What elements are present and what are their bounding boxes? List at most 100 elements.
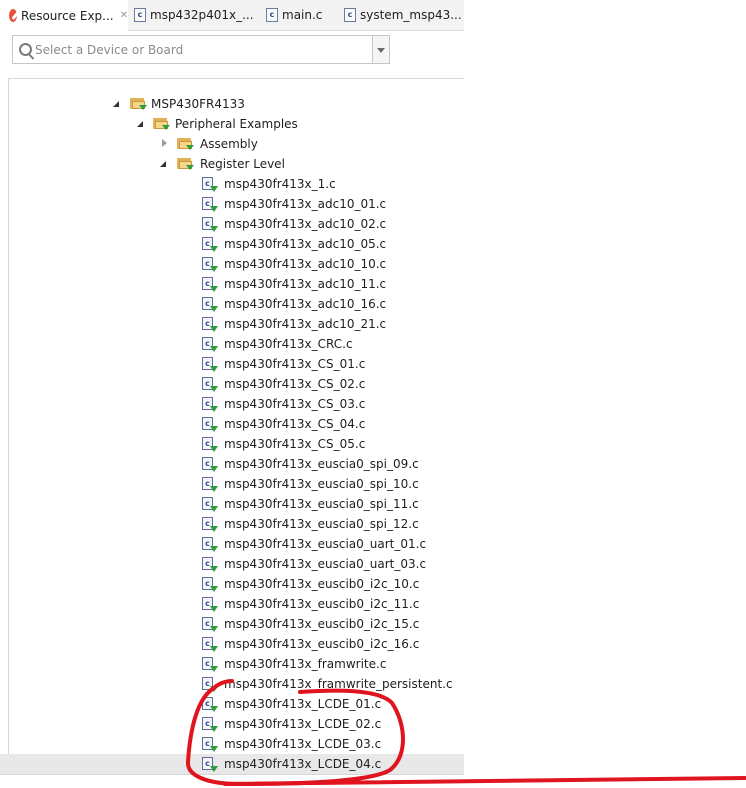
tree-file-label: msp430fr413x_LCDE_01.c [224,697,382,711]
tab-resource-explorer[interactable]: Resource Exp... ✕ [0,0,128,31]
tree-file-label: msp430fr413x_euscia0_uart_01.c [224,537,427,551]
c-file-download-icon: c [202,657,218,672]
c-file-download-icon: c [202,757,218,772]
c-file-download-icon: c [202,717,218,732]
tree-file-item[interactable]: c msp430fr413x_adc10_05.c [0,234,464,254]
divider [8,78,464,79]
tree-file-label: msp430fr413x_adc10_01.c [224,197,387,211]
tree-file-label: msp430fr413x_CS_04.c [224,417,366,431]
tree-file-item[interactable]: c msp430fr413x_euscib0_i2c_11.c [0,594,464,614]
tree-file-item[interactable]: c msp430fr413x_adc10_10.c [0,254,464,274]
tree-node-label: Register Level [200,157,285,171]
tree-file-item[interactable]: c msp430fr413x_euscib0_i2c_10.c [0,574,464,594]
c-file-download-icon: c [202,697,218,712]
c-file-icon: c [344,8,356,22]
c-file-download-icon: c [202,677,218,692]
c-file-download-icon: c [202,217,218,232]
c-file-download-icon: c [202,197,218,212]
folder-download-icon [177,157,194,170]
c-file-download-icon: c [202,577,218,592]
tree-node-label: Assembly [200,137,258,151]
tree-file-item[interactable]: c msp430fr413x_LCDE_03.c [0,734,464,754]
tree-node-register-level[interactable]: Register Level [0,154,464,174]
c-file-download-icon: c [202,597,218,612]
tree-file-item[interactable]: c msp430fr413x_euscib0_i2c_16.c [0,634,464,654]
tree-file-label: msp430fr413x_CS_01.c [224,357,366,371]
tree-file-label: msp430fr413x_LCDE_04.c [224,757,382,771]
tree-file-item[interactable]: c msp430fr413x_CS_03.c [0,394,464,414]
tree-file-item[interactable]: c msp430fr413x_adc10_21.c [0,314,464,334]
tree-file-item[interactable]: c msp430fr413x_LCDE_04.c [0,754,464,774]
tree-file-item[interactable]: c msp430fr413x_adc10_02.c [0,214,464,234]
tree-file-label: msp430fr413x_framwrite.c [224,657,387,671]
tab-label: system_msp43... [360,8,462,22]
tree-file-item[interactable]: c msp430fr413x_CS_01.c [0,354,464,374]
search-icon [19,43,32,56]
c-file-download-icon: c [202,257,218,272]
tree-file-item[interactable]: c msp430fr413x_adc10_11.c [0,274,464,294]
c-file-download-icon: c [202,517,218,532]
tree-node-label: MSP430FR4133 [151,97,245,111]
tree-file-item[interactable]: c msp430fr413x_framwrite_persistent.c [0,674,464,694]
tree-file-item[interactable]: c msp430fr413x_euscia0_uart_03.c [0,554,464,574]
c-file-download-icon: c [202,337,218,352]
tree-node-device[interactable]: MSP430FR4133 [0,94,464,114]
tab-msp432p401x[interactable]: c msp432p401x_... [134,0,254,30]
folder-download-icon [153,117,170,130]
device-selector[interactable]: Select a Device or Board [12,35,390,64]
tree-file-item[interactable]: c msp430fr413x_euscia0_spi_12.c [0,514,464,534]
tree-file-item[interactable]: c msp430fr413x_1.c [0,174,464,194]
tree-file-label: msp430fr413x_euscia0_spi_12.c [224,517,419,531]
tree-file-label: msp430fr413x_euscib0_i2c_11.c [224,597,420,611]
c-file-download-icon: c [202,397,218,412]
tree-file-item[interactable]: c msp430fr413x_euscia0_uart_01.c [0,534,464,554]
tree-file-item[interactable]: c msp430fr413x_adc10_01.c [0,194,464,214]
tree-file-item[interactable]: c msp430fr413x_framwrite.c [0,654,464,674]
tree-file-item[interactable]: c msp430fr413x_euscia0_spi_11.c [0,494,464,514]
tab-main-c[interactable]: c main.c [266,0,322,30]
tree-file-item[interactable]: c msp430fr413x_LCDE_01.c [0,694,464,714]
annotation-underline [223,776,746,786]
tree-file-item[interactable]: c msp430fr413x_LCDE_02.c [0,714,464,734]
tree-node-assembly[interactable]: Assembly [0,134,464,154]
folder-download-icon [130,97,147,110]
c-file-download-icon: c [202,497,218,512]
expand-icon[interactable] [162,139,167,147]
c-file-download-icon: c [202,417,218,432]
tree-file-label: msp430fr413x_CRC.c [224,337,353,351]
close-icon[interactable]: ✕ [120,10,128,21]
c-file-download-icon: c [202,637,218,652]
tree-file-item[interactable]: c msp430fr413x_CRC.c [0,334,464,354]
compass-icon [9,9,18,22]
tree-file-label: msp430fr413x_adc10_10.c [224,257,387,271]
tree-file-label: msp430fr413x_euscia0_spi_10.c [224,477,419,491]
tree-node-label: Peripheral Examples [175,117,298,131]
tree-file-item[interactable]: c msp430fr413x_euscia0_spi_09.c [0,454,464,474]
tab-label: msp432p401x_... [150,8,254,22]
tab-label: Resource Exp... [21,8,114,23]
tree-file-label: msp430fr413x_adc10_16.c [224,297,387,311]
tree-node-peripheral-examples[interactable]: Peripheral Examples [0,114,464,134]
c-file-download-icon: c [202,437,218,452]
c-file-download-icon: c [202,317,218,332]
c-file-download-icon: c [202,377,218,392]
tree-file-item[interactable]: c msp430fr413x_adc10_16.c [0,294,464,314]
c-file-download-icon: c [202,477,218,492]
tree-file-item[interactable]: c msp430fr413x_CS_02.c [0,374,464,394]
tree-file-item[interactable]: c msp430fr413x_euscia0_spi_10.c [0,474,464,494]
tree-file-item[interactable]: c msp430fr413x_euscib0_i2c_15.c [0,614,464,634]
tree-file-label: msp430fr413x_euscib0_i2c_10.c [224,577,420,591]
tree-file-label: msp430fr413x_euscia0_spi_09.c [224,457,419,471]
tree-file-item[interactable]: c msp430fr413x_CS_05.c [0,434,464,454]
collapse-icon[interactable] [113,101,119,107]
tree-file-label: msp430fr413x_adc10_05.c [224,237,387,251]
c-file-download-icon: c [202,617,218,632]
device-selector-placeholder: Select a Device or Board [35,43,184,57]
chevron-down-icon[interactable] [372,36,389,63]
tree-file-label: msp430fr413x_CS_05.c [224,437,366,451]
collapse-icon[interactable] [137,121,143,127]
c-file-download-icon: c [202,737,218,752]
collapse-icon[interactable] [160,161,166,167]
tab-system-msp43[interactable]: c system_msp43... [344,0,462,30]
tree-file-item[interactable]: c msp430fr413x_CS_04.c [0,414,464,434]
